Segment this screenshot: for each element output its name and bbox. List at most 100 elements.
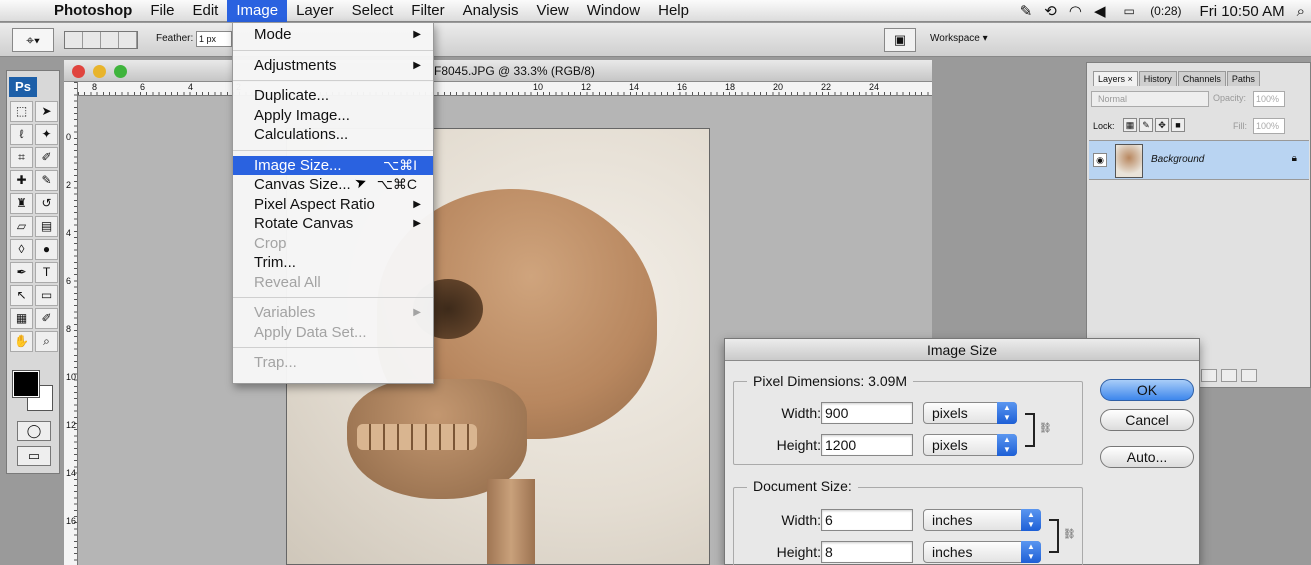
vertical-ruler[interactable]: 0 2 4 6 8 10 12 14 16 (64, 82, 78, 565)
px-height-input[interactable]: 1200 (821, 434, 913, 456)
document-titlebar[interactable]: F8045.JPG @ 33.3% (RGB/8) (64, 60, 932, 82)
clone-stamp-tool-icon[interactable]: ♜ (10, 193, 33, 214)
fill-field[interactable]: 100% (1253, 118, 1285, 134)
menu-select[interactable]: Select (343, 0, 403, 22)
menu-item-adjustments-label: Adjustments (254, 56, 337, 74)
menu-window[interactable]: Window (578, 0, 649, 22)
move-tool-icon[interactable]: ➤ (35, 101, 58, 122)
menu-item-mode[interactable]: Mode ▶ (233, 25, 433, 45)
menu-item-duplicate[interactable]: Duplicate... (233, 86, 433, 106)
marquee-tool-icon[interactable]: ⬚ (10, 101, 33, 122)
script-menu-icon[interactable]: ✎ (1014, 2, 1039, 20)
color-sampler-tool-icon[interactable]: ✐ (35, 308, 58, 329)
history-brush-tool-icon[interactable]: ↺ (35, 193, 58, 214)
menu-item-apply-image[interactable]: Apply Image... (233, 106, 433, 126)
menu-item-adjustments[interactable]: Adjustments ▶ (233, 56, 433, 76)
foreground-color-swatch[interactable] (12, 370, 40, 398)
window-minimize-button[interactable] (93, 65, 106, 78)
layer-name: Background (1151, 154, 1205, 165)
menu-layer[interactable]: Layer (287, 0, 343, 22)
zoom-tool-icon[interactable]: ⌕ (35, 331, 58, 352)
visibility-eye-icon[interactable]: ◉ (1093, 153, 1107, 167)
lock-pixels-icon[interactable]: ✎ (1139, 118, 1153, 132)
menu-view[interactable]: View (528, 0, 578, 22)
crop-tool-icon[interactable]: ⌗ (10, 147, 33, 168)
auto-button[interactable]: Auto... (1100, 446, 1194, 468)
notes-tool-icon[interactable]: ▦ (10, 308, 33, 329)
stepper-arrows-icon: ▲ ▼ (1021, 541, 1041, 563)
px-height-unit-select[interactable]: pixels ▲ ▼ (923, 434, 1017, 456)
doc-width-label: Width: (781, 512, 821, 528)
volume-icon[interactable]: ◀ (1088, 2, 1112, 20)
cancel-button[interactable]: Cancel (1100, 409, 1194, 431)
time-machine-icon[interactable]: ⟲ (1038, 2, 1063, 20)
path-selection-tool-icon[interactable]: ↖ (10, 285, 33, 306)
quick-mask-icon[interactable]: ◯ (17, 421, 51, 441)
type-tool-icon[interactable]: T (35, 262, 58, 283)
ruler-h-label: 20 (773, 82, 784, 92)
opacity-field[interactable]: 100% (1253, 91, 1285, 107)
gradient-tool-icon[interactable]: ▤ (35, 216, 58, 237)
lock-position-icon[interactable]: ✥ (1155, 118, 1169, 132)
ruler-v-label: 12 (66, 420, 77, 430)
feather-input[interactable]: 1 px (196, 31, 232, 47)
menu-edit[interactable]: Edit (184, 0, 228, 22)
tab-history[interactable]: History (1138, 71, 1177, 86)
menu-file[interactable]: File (141, 0, 183, 22)
doc-height-unit-select[interactable]: inches ▲ ▼ (923, 541, 1041, 563)
delete-layer-icon[interactable] (1241, 369, 1257, 382)
doc-width-unit-select[interactable]: inches ▲ ▼ (923, 509, 1041, 531)
window-close-button[interactable] (72, 65, 85, 78)
workspace-menu[interactable]: Workspace ▾ (930, 33, 988, 44)
px-width-unit-select[interactable]: pixels ▲ ▼ (923, 402, 1017, 424)
blend-mode-select[interactable]: Normal (1091, 91, 1209, 107)
menu-item-rotate-canvas[interactable]: Rotate Canvas ▶ (233, 214, 433, 234)
eraser-tool-icon[interactable]: ▱ (10, 216, 33, 237)
lock-transparency-icon[interactable]: ▦ (1123, 118, 1137, 132)
ok-button[interactable]: OK (1100, 379, 1194, 401)
selection-mode-buttons[interactable] (64, 31, 138, 49)
layer-row-background[interactable]: ◉ Background 🔒︎ (1089, 140, 1309, 180)
workspace-icon[interactable]: ▣ (884, 28, 916, 52)
screen-mode-icon[interactable]: ▭ (17, 446, 51, 466)
menu-item-pixel-aspect-ratio[interactable]: Pixel Aspect Ratio ▶ (233, 195, 433, 215)
horizontal-ruler[interactable]: 8 6 4 2 10 12 14 16 18 20 22 24 (78, 82, 932, 96)
lasso-tool-icon[interactable]: ℓ (10, 124, 33, 145)
menu-item-pixel-aspect-label: Pixel Aspect Ratio (254, 195, 375, 213)
lock-all-icon[interactable]: ■ (1171, 118, 1185, 132)
px-width-input[interactable]: 900 (821, 402, 913, 424)
tab-paths[interactable]: Paths (1226, 71, 1260, 86)
menu-item-canvas-size[interactable]: Canvas Size... ⌥⌘C (233, 175, 433, 195)
shape-tool-icon[interactable]: ▭ (35, 285, 58, 306)
eyedropper-tool-icon[interactable]: ✐ (35, 147, 58, 168)
healing-brush-tool-icon[interactable]: ✚ (10, 170, 33, 191)
hand-tool-icon[interactable]: ✋ (10, 331, 33, 352)
blur-tool-icon[interactable]: ◊ (10, 239, 33, 260)
window-zoom-button[interactable] (114, 65, 127, 78)
tab-layers[interactable]: Layers × (1093, 71, 1138, 86)
battery-status[interactable]: ▭ (0:28) (1112, 4, 1194, 18)
menu-item-trim[interactable]: Trim... (233, 253, 433, 273)
menu-image[interactable]: Image (227, 0, 288, 22)
doc-width-input[interactable]: 6 (821, 509, 913, 531)
ruler-h-label: 12 (581, 82, 592, 92)
magic-wand-tool-icon[interactable]: ✦ (35, 124, 58, 145)
menu-item-image-size[interactable]: Image Size... ⌥⌘I (233, 155, 433, 175)
spotlight-search-icon[interactable]: ⌕ (1291, 3, 1311, 20)
clock[interactable]: Fri 10:50 AM (1194, 3, 1291, 20)
new-group-icon[interactable] (1201, 369, 1217, 382)
tool-preset-picker[interactable]: ⌖▾ (12, 28, 54, 52)
menu-item-calculations[interactable]: Calculations... (233, 125, 433, 145)
wifi-icon[interactable]: ◠ (1063, 2, 1088, 20)
pen-tool-icon[interactable]: ✒ (10, 262, 33, 283)
brush-tool-icon[interactable]: ✎ (35, 170, 58, 191)
new-layer-icon[interactable] (1221, 369, 1237, 382)
menu-filter[interactable]: Filter (402, 0, 453, 22)
doc-height-input[interactable]: 8 (821, 541, 913, 563)
skull-teeth (357, 424, 477, 450)
menu-analysis[interactable]: Analysis (454, 0, 528, 22)
menu-app[interactable]: Photoshop (44, 0, 141, 22)
tab-channels[interactable]: Channels (1177, 71, 1226, 86)
menu-help[interactable]: Help (649, 0, 698, 22)
dodge-tool-icon[interactable]: ● (35, 239, 58, 260)
